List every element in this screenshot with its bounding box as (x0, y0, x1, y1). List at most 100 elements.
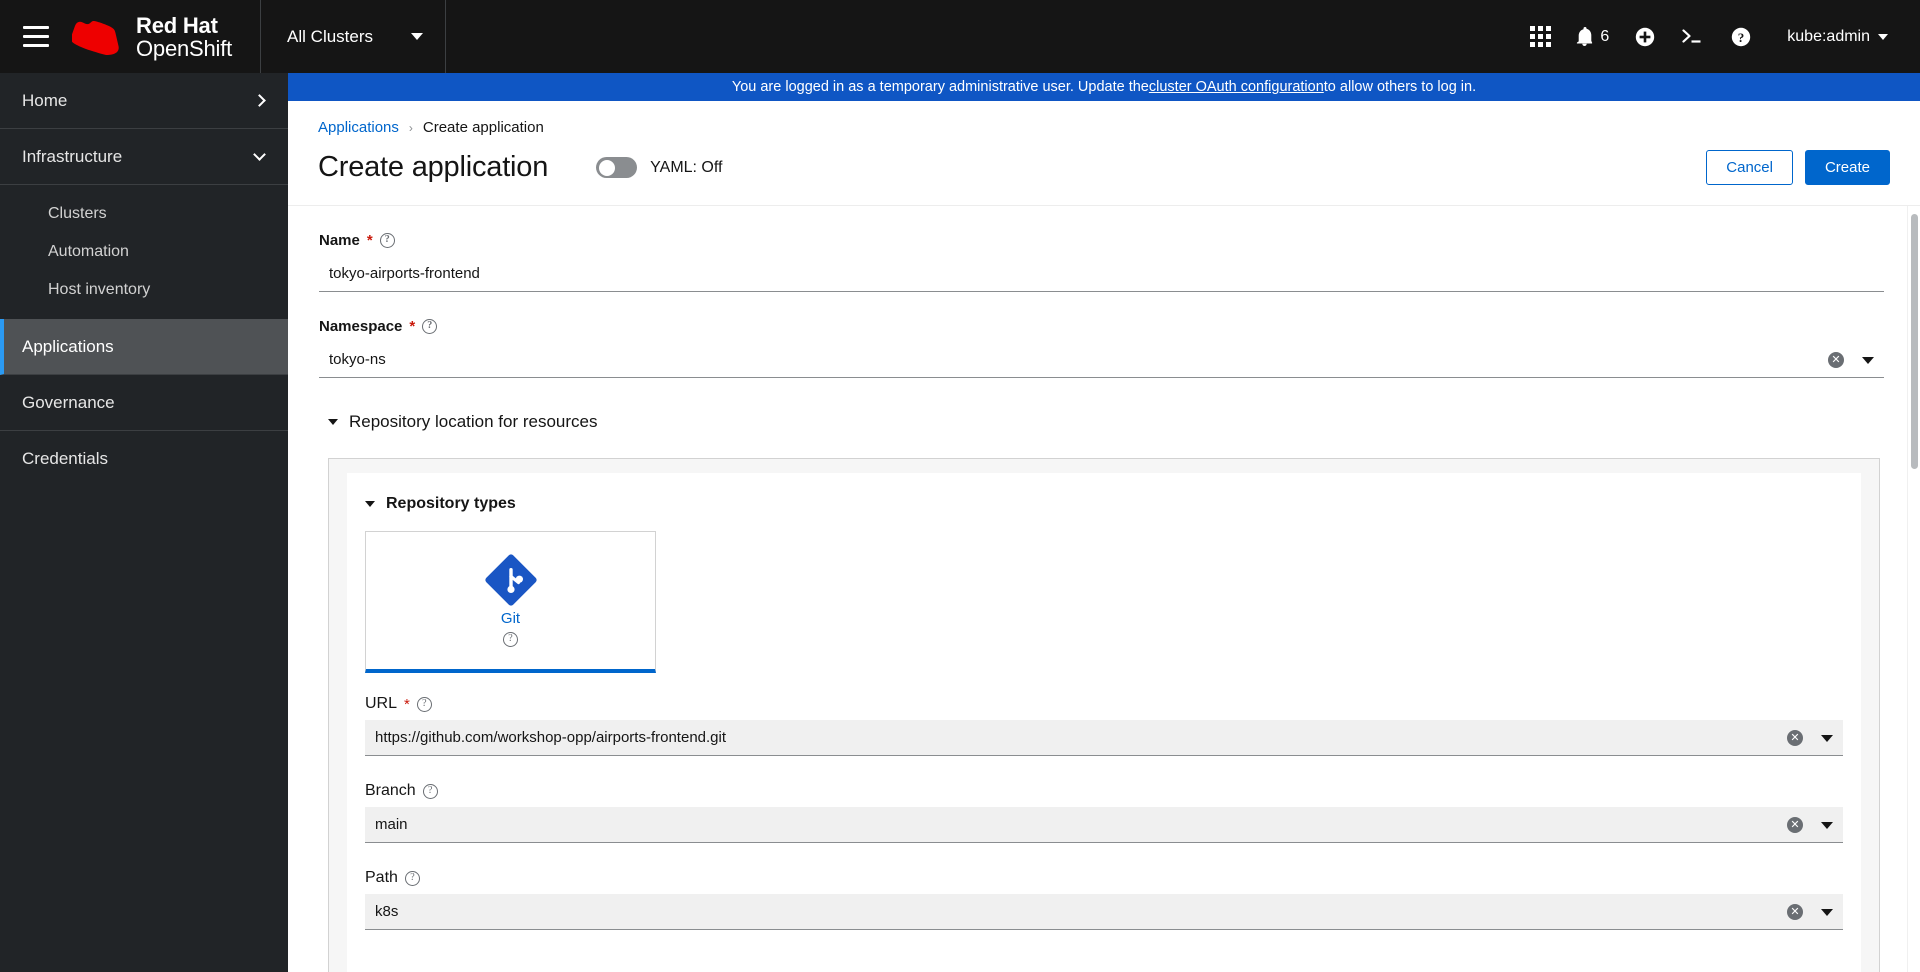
name-label: Name * ? (319, 232, 1884, 249)
repository-location-panel-inner: Repository types Git ? URL * ? https://g… (347, 473, 1861, 972)
header-actions: Cancel Create (1706, 150, 1890, 185)
branch-label-text: Branch (365, 782, 416, 799)
user-menu[interactable]: kube:admin (1765, 28, 1902, 46)
sidebar-item-label: Automation (48, 243, 129, 260)
path-field-group: Path ? ✕ (365, 869, 1843, 930)
caret-down-icon[interactable] (1862, 356, 1874, 364)
question-circle-icon[interactable]: ? (404, 870, 420, 886)
namespace-input[interactable] (319, 342, 1884, 378)
banner-text-before: You are logged in as a temporary adminis… (731, 79, 1149, 95)
url-input-icons: ✕ (1787, 720, 1833, 756)
masthead-toolbar: 6 ? kube:admin (1516, 13, 1920, 61)
main-content: You are logged in as a temporary adminis… (288, 73, 1920, 972)
question-circle-icon[interactable]: ? (422, 319, 438, 334)
branch-field-group: Branch ? ✕ (365, 782, 1843, 843)
repository-type-tile-git[interactable]: Git ? (365, 531, 656, 673)
sidebar-item-clusters[interactable]: Clusters (0, 195, 288, 233)
name-input-wrap (319, 256, 1884, 292)
breadcrumb: Applications › Create application (318, 119, 1890, 150)
temporary-user-banner: You are logged in as a temporary adminis… (288, 73, 1920, 101)
branch-input[interactable] (365, 807, 1843, 843)
sidebar-item-label: Governance (22, 392, 115, 412)
url-label-text: URL (365, 695, 398, 712)
help-button[interactable]: ? (1717, 13, 1765, 61)
path-label-text: Path (365, 869, 398, 886)
scrollbar-thumb[interactable] (1911, 214, 1918, 469)
clear-circle-icon[interactable]: ✕ (1828, 352, 1844, 368)
breadcrumb-applications-link[interactable]: Applications (318, 119, 399, 136)
sidebar-item-automation[interactable]: Automation (0, 233, 288, 271)
add-button[interactable] (1621, 13, 1669, 61)
question-circle-icon[interactable]: ? (416, 696, 432, 712)
nav-toggle-hamburger-icon[interactable] (0, 0, 72, 73)
repository-type-tile-label: Git (500, 610, 521, 627)
notifications-button[interactable]: 6 (1564, 13, 1621, 61)
yaml-toggle-switch[interactable] (596, 157, 638, 178)
repository-types-section-toggle[interactable]: Repository types (365, 495, 1843, 513)
question-circle-icon[interactable]: ? (379, 233, 395, 248)
path-input[interactable] (365, 894, 1843, 930)
clear-circle-icon[interactable]: ✕ (1787, 817, 1803, 833)
page-body: Home Infrastructure Clusters Automation … (0, 73, 1920, 972)
terminal-icon (1682, 28, 1701, 43)
form-scrollbar[interactable] (1907, 206, 1920, 972)
sidebar-item-credentials[interactable]: Credentials (0, 431, 288, 487)
namespace-label: Namespace * ? (319, 318, 1884, 335)
bell-icon (1577, 27, 1593, 46)
cluster-selector[interactable]: All Clusters (260, 0, 447, 73)
plus-circle-icon (1636, 27, 1655, 46)
user-menu-label: kube:admin (1787, 27, 1870, 45)
clear-circle-icon[interactable]: ✕ (1787, 730, 1803, 746)
caret-down-icon[interactable] (1821, 821, 1833, 829)
question-circle-icon[interactable]: ? (422, 783, 438, 799)
repository-location-section-toggle[interactable]: Repository location for resources (328, 412, 1884, 432)
app-launcher-button[interactable] (1516, 13, 1564, 61)
question-circle-icon[interactable]: ? (503, 632, 518, 647)
openshift-console: Red Hat OpenShift All Clusters 6 ? kube:… (0, 0, 1920, 972)
yaml-toggle-label: YAML: Off (650, 158, 723, 176)
sidebar-item-home[interactable]: Home (0, 73, 288, 129)
page-title: Create application (318, 151, 549, 183)
hamburger-bar (23, 26, 49, 29)
brand-line-1: Red Hat (136, 12, 218, 38)
sidebar-item-applications[interactable]: Applications (0, 319, 288, 375)
path-label: Path ? (365, 869, 1843, 887)
path-input-wrap: ✕ (365, 894, 1843, 930)
url-input[interactable] (365, 720, 1843, 756)
repository-location-section-label: Repository location for resources (349, 412, 598, 431)
name-input[interactable] (319, 256, 1884, 292)
caret-down-icon[interactable] (1821, 734, 1833, 742)
terminal-button[interactable] (1669, 13, 1717, 61)
branch-input-icons: ✕ (1787, 807, 1833, 843)
chevron-down-icon (253, 148, 266, 161)
sidebar-item-host-inventory[interactable]: Host inventory (0, 271, 288, 309)
url-field-group: URL * ? ✕ (365, 695, 1843, 756)
sidebar-item-infrastructure[interactable]: Infrastructure (0, 129, 288, 185)
page-header: Applications › Create application Create… (288, 101, 1920, 205)
cancel-button[interactable]: Cancel (1706, 150, 1793, 185)
url-label: URL * ? (365, 695, 1843, 713)
form-scroll-area: Name * ? Namespace * ? (288, 205, 1920, 972)
sidebar-item-label: Host inventory (48, 281, 151, 298)
sidebar-item-label: Applications (22, 336, 114, 356)
namespace-input-wrap: ✕ (319, 342, 1884, 378)
grid-apps-icon (1529, 26, 1551, 47)
name-field-group: Name * ? (319, 232, 1884, 292)
sidebar-item-governance[interactable]: Governance (0, 375, 288, 431)
clear-circle-icon[interactable]: ✕ (1787, 904, 1803, 920)
red-hat-logo-icon (72, 20, 119, 55)
yaml-toggle-group: YAML: Off (596, 157, 722, 178)
breadcrumb-separator-icon: › (408, 120, 413, 135)
breadcrumb-current: Create application (422, 119, 544, 136)
brand-logo[interactable]: Red Hat OpenShift (72, 14, 260, 60)
namespace-field-group: Namespace * ? ✕ (319, 318, 1884, 378)
name-label-text: Name (319, 232, 360, 249)
hamburger-bar (23, 35, 49, 38)
chevron-right-icon (253, 94, 266, 107)
cluster-oauth-configuration-link[interactable]: cluster OAuth configuration (1149, 79, 1324, 95)
create-application-form: Name * ? Namespace * ? (288, 206, 1920, 972)
caret-down-icon[interactable] (1821, 908, 1833, 916)
create-button[interactable]: Create (1804, 150, 1890, 185)
